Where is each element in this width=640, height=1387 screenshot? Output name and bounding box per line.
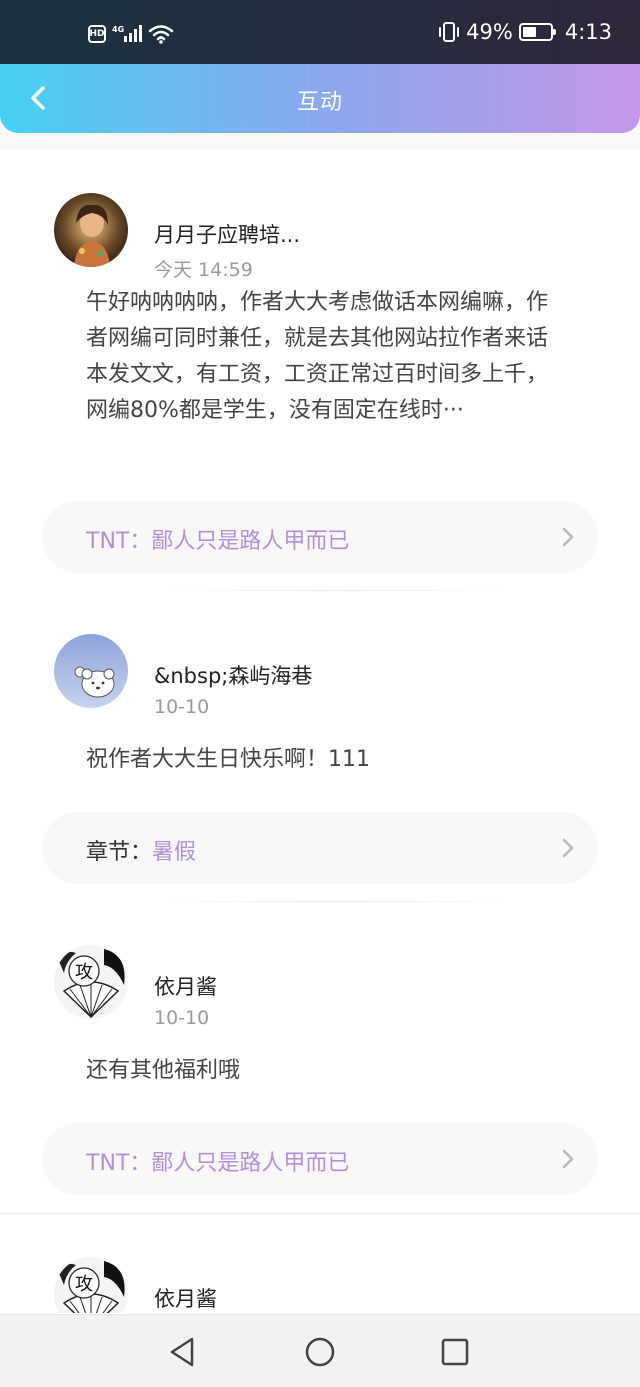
reference-value: 暑假 xyxy=(152,840,197,865)
reference-label: 章节： xyxy=(86,840,153,865)
comment-text[interactable]: 祝作者大大生日快乐啊！111 xyxy=(86,742,566,778)
cellular-signal-icon: 4G xyxy=(112,25,142,42)
reference-label: TNT： xyxy=(86,1151,152,1176)
comment-feed[interactable]: 月月子应聘培... 今天 14:59 午好呐呐呐呐，作者大大考虑做话本网编嘛，作… xyxy=(0,133,640,1313)
square-recents-icon xyxy=(441,1338,469,1366)
header: 互动 xyxy=(0,64,640,133)
username[interactable]: 依月酱 xyxy=(154,971,217,1001)
wifi-icon xyxy=(148,25,174,44)
cartoon-bear-avatar xyxy=(54,634,128,708)
circle-home-icon xyxy=(305,1337,335,1367)
avatar[interactable] xyxy=(54,634,128,708)
feed-top-spacer xyxy=(0,133,640,149)
status-left: HD 4G xyxy=(88,24,174,44)
reference-value: 鄙人只是路人甲而已 xyxy=(151,1151,350,1176)
reference-text: TNT：鄙人只是路人甲而已 xyxy=(86,523,349,555)
reference-text: TNT：鄙人只是路人甲而已 xyxy=(86,1145,349,1177)
chapter-link[interactable]: 章节：暑假 xyxy=(42,812,598,884)
system-back-button[interactable] xyxy=(163,1333,201,1371)
vibrate-icon xyxy=(439,22,460,42)
clock: 4:13 xyxy=(564,20,612,44)
comment-item: 攻 依月酱 10-10 xyxy=(0,1213,640,1313)
timestamp: 10-10 xyxy=(154,1007,210,1029)
system-recents-button[interactable] xyxy=(436,1333,474,1371)
username[interactable]: 月月子应聘培... xyxy=(154,219,300,249)
comment-text[interactable]: 还有其他福利哦 xyxy=(86,1053,566,1089)
user-photo-avatar xyxy=(54,193,128,267)
fan-illustration-avatar: 攻 xyxy=(54,945,128,1019)
system-navigation-bar xyxy=(0,1314,640,1387)
chevron-right-icon xyxy=(562,527,574,547)
avatar[interactable]: 攻 xyxy=(54,945,128,1019)
chevron-right-icon xyxy=(562,1149,574,1169)
hd-icon: HD xyxy=(88,25,106,43)
battery-percent: 49% xyxy=(466,20,513,44)
comment-item: 月月子应聘培... 今天 14:59 午好呐呐呐呐，作者大大考虑做话本网编嘛，作… xyxy=(0,149,640,591)
battery-level xyxy=(522,27,536,37)
svg-text:4G: 4G xyxy=(112,25,124,34)
avatar[interactable]: 攻 xyxy=(54,1257,128,1313)
reference-value: 鄙人只是路人甲而已 xyxy=(151,529,350,554)
triangle-back-icon xyxy=(170,1337,194,1367)
comment-text[interactable]: 午好呐呐呐呐，作者大大考虑做话本网编嘛，作者网编可同时兼任，就是去其他网站拉作者… xyxy=(86,285,566,429)
status-bar: HD 4G 49% 4:13 xyxy=(0,0,640,64)
status-right: 49% 4:13 xyxy=(438,20,612,44)
reference-label: TNT： xyxy=(86,529,152,554)
page-title: 互动 xyxy=(296,90,343,115)
system-home-button[interactable] xyxy=(301,1333,339,1371)
username[interactable]: &nbsp;森屿海巷 xyxy=(154,660,312,690)
timestamp: 今天 14:59 xyxy=(154,259,253,281)
reference-link[interactable]: TNT：鄙人只是路人甲而已 xyxy=(42,1123,598,1195)
avatar-glyph: 攻 xyxy=(75,962,93,983)
fan-illustration-avatar: 攻 xyxy=(54,1257,128,1313)
battery-icon xyxy=(518,23,556,41)
chevron-right-icon xyxy=(562,838,574,858)
avatar[interactable] xyxy=(54,193,128,267)
reference-link[interactable]: TNT：鄙人只是路人甲而已 xyxy=(42,501,598,573)
timestamp: 10-10 xyxy=(154,696,210,718)
comment-item: 攻 依月酱 10-10 还有其他福利哦 TNT：鄙人只是路人甲而已 xyxy=(0,901,640,1214)
username[interactable]: 依月酱 xyxy=(154,1283,217,1313)
comment-item: &nbsp;森屿海巷 10-10 祝作者大大生日快乐啊！111 章节：暑假 xyxy=(0,590,640,902)
reference-text: 章节：暑假 xyxy=(86,834,196,866)
avatar-glyph: 攻 xyxy=(75,1274,93,1295)
